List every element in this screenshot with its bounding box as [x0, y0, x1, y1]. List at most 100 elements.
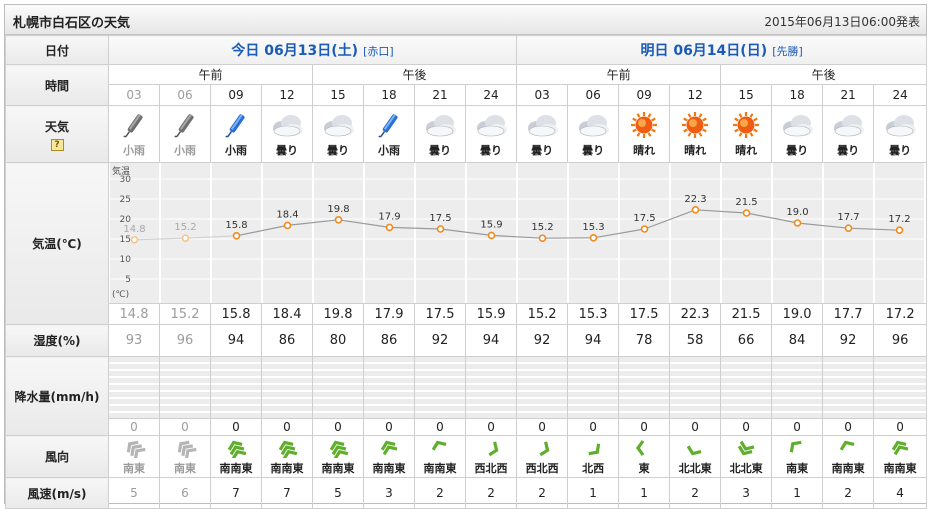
- humidity-cell: 93: [109, 325, 160, 357]
- umbrella-icon: [371, 111, 407, 139]
- forecast-panel: 札幌市白石区の天気 2015年06月13日06:00発表 日付 今日 06月13…: [4, 4, 927, 504]
- temperature-data-label: 14.8: [123, 224, 145, 235]
- humidity-row: 湿度(%) 93969486808692949294785866849296: [6, 325, 927, 357]
- precipitation-bar-cell: [109, 357, 160, 419]
- precipitation-value-cell: 0: [517, 419, 568, 436]
- forecast-header: 札幌市白石区の天気 2015年06月13日06:00発表: [5, 5, 926, 35]
- weather-text: 曇り: [466, 142, 516, 158]
- wind-direction-cell: 南東: [160, 436, 211, 478]
- precipitation-value-cell: 0: [415, 419, 466, 436]
- day-header-tomorrow: 明日 06月14日(日) [先勝]: [517, 36, 927, 65]
- temperature-value-cell: 17.9: [364, 304, 415, 325]
- precipitation-bar-cell: [364, 357, 415, 419]
- day-label-tomorrow: 明日 06月14日(日): [640, 43, 767, 59]
- y-tick-label: 5: [125, 275, 131, 285]
- precipitation-bar: [619, 357, 669, 418]
- weather-cell: 晴れ: [721, 106, 772, 163]
- precipitation-value-cell: 0: [364, 419, 415, 436]
- humidity-cell: 92: [517, 325, 568, 357]
- weather-text: 晴れ: [721, 142, 771, 158]
- forecast-title: 札幌市白石区の天気: [13, 12, 130, 31]
- wind-speed-row: 風速(m/s) 5677532221123124: [6, 478, 927, 509]
- humidity-label: 湿度(%): [6, 325, 109, 357]
- temperature-point: [438, 226, 444, 232]
- umbrella-closed-icon: [116, 111, 152, 139]
- hour-cell: 24: [874, 85, 927, 106]
- wind-speed-cell: 5: [109, 478, 160, 509]
- hour-row: 03060912151821240306091215182124: [6, 85, 927, 106]
- cloud-icon: [320, 111, 356, 139]
- temperature-value-cell: 17.5: [415, 304, 466, 325]
- cloud-icon: [473, 111, 509, 139]
- rokuyo-link-today[interactable]: [赤口]: [363, 45, 394, 58]
- temperature-point: [591, 235, 597, 241]
- weather-text: 小雨: [211, 142, 261, 158]
- wind-direction-cell: 南南東: [415, 436, 466, 478]
- wind-speed-cell: 2: [415, 478, 466, 509]
- wind-direction-text: 東: [639, 462, 650, 475]
- weather-cell: 晴れ: [619, 106, 670, 163]
- chart-column-bg: [365, 163, 414, 303]
- weather-text: 曇り: [772, 142, 822, 158]
- wind-speed-cell: 2: [823, 478, 874, 509]
- temperature-data-label: 17.5: [633, 213, 655, 224]
- wind-speed-cell: 3: [364, 478, 415, 509]
- hour-cell: 03: [109, 85, 160, 106]
- cloud-icon: [575, 111, 611, 139]
- precipitation-bar-cell: [568, 357, 619, 419]
- precipitation-bar-cell: [874, 357, 927, 419]
- weather-help-icon[interactable]: ?: [51, 139, 64, 151]
- weather-text: 小雨: [109, 142, 159, 158]
- temperature-value-cell: 15.2: [517, 304, 568, 325]
- chart-column-bg: [773, 163, 822, 303]
- wind-arrow-icon: [631, 438, 657, 458]
- precipitation-bar: [772, 357, 822, 418]
- wind-speed-label: 風速(m/s): [6, 478, 109, 509]
- humidity-cell: 86: [364, 325, 415, 357]
- weather-text: 曇り: [415, 142, 465, 158]
- wind-arrow-icon: [478, 438, 504, 458]
- weather-cell: 曇り: [874, 106, 927, 163]
- chart-column-bg: [314, 163, 363, 303]
- precipitation-bar: [262, 357, 312, 418]
- hour-cell: 15: [313, 85, 364, 106]
- wind-direction-text: 南南東: [271, 462, 304, 475]
- wind-direction-text: 南南東: [373, 462, 406, 475]
- temperature-value-cell: 15.8: [211, 304, 262, 325]
- precipitation-bar-cell: [262, 357, 313, 419]
- wind-direction-cell: 南南東: [823, 436, 874, 478]
- wind-direction-text: 南東: [786, 462, 808, 475]
- wind-direction-text: 南南東: [424, 462, 457, 475]
- sun-icon: [626, 111, 662, 139]
- weather-cell: 小雨: [211, 106, 262, 163]
- rokuyo-link-tomorrow[interactable]: [先勝]: [772, 45, 803, 58]
- temperature-data-label: 15.3: [582, 222, 604, 233]
- hour-cell: 12: [262, 85, 313, 106]
- wind-arrow-icon: [274, 438, 300, 458]
- precipitation-value-cell: 0: [670, 419, 721, 436]
- sun-icon: [677, 111, 713, 139]
- cloud-icon: [882, 111, 918, 139]
- weather-row: 天気 ? 小雨小雨小雨曇り曇り小雨曇り曇り曇り曇り晴れ晴れ晴れ曇り曇り曇り: [6, 106, 927, 163]
- hour-cell: 18: [364, 85, 415, 106]
- wind-direction-cell: 南東: [109, 436, 160, 478]
- temperature-point: [693, 207, 699, 213]
- chart-column-bg: [824, 163, 873, 303]
- temperature-data-label: 22.3: [684, 194, 706, 205]
- date-row: 日付 今日 06月13日(土) [赤口] 明日 06月14日(日) [先勝]: [6, 36, 927, 65]
- wind-arrow-icon: [835, 438, 861, 458]
- temperature-chart-cell: 30252015105気温(℃)14.815.215.818.419.817.9…: [109, 163, 927, 304]
- weather-cell: 曇り: [262, 106, 313, 163]
- weather-text: 曇り: [874, 142, 926, 158]
- precipitation-value-cell: 0: [313, 419, 364, 436]
- sun-icon: [728, 111, 764, 139]
- chart-column-bg: [671, 163, 720, 303]
- weather-label-text: 天気: [45, 120, 69, 134]
- cloud-icon: [524, 111, 560, 139]
- wind-speed-cell: 5: [313, 478, 364, 509]
- temperature-values-row: 14.815.215.818.419.817.917.515.915.215.3…: [6, 304, 927, 325]
- humidity-cell: 96: [874, 325, 927, 357]
- precipitation-bar: [109, 357, 159, 418]
- weather-cell: 曇り: [772, 106, 823, 163]
- precipitation-bar-cell: [415, 357, 466, 419]
